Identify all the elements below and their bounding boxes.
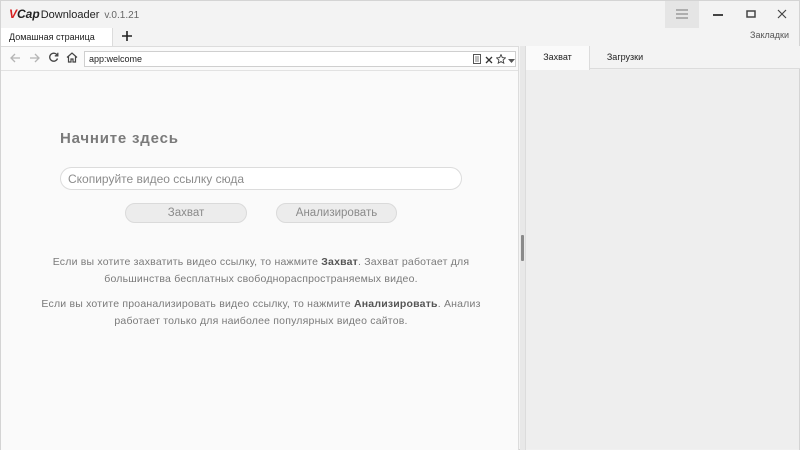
tab-downloads[interactable]: Загрузки — [590, 46, 660, 69]
new-tab-button[interactable] — [119, 28, 135, 46]
close-icon — [485, 51, 493, 69]
document-icon — [473, 51, 481, 69]
right-panel-tabs: Захват Загрузки — [526, 46, 800, 70]
browser-pane: app:welcome Начните здесь Скопируйте вид… — [1, 46, 519, 450]
minimize-icon — [713, 6, 723, 24]
bookmarks-link[interactable]: Закладки — [750, 28, 789, 42]
reader-button[interactable] — [471, 53, 483, 66]
video-url-input[interactable] — [60, 167, 462, 190]
capture-button[interactable]: Захват — [125, 203, 247, 223]
address-dropdown-button[interactable] — [505, 53, 517, 66]
logo-v: V — [9, 7, 18, 21]
tab-bar: Домашная страница Закладки — [1, 28, 799, 46]
right-panel-content — [526, 70, 799, 449]
maximize-button[interactable] — [734, 1, 768, 28]
reload-button[interactable] — [45, 51, 61, 67]
page-title: Начните здесь — [60, 130, 179, 147]
back-button[interactable] — [7, 51, 23, 67]
capture-info-bold: Захват — [321, 256, 359, 268]
arrow-right-icon — [29, 50, 40, 68]
analyze-info-pre: Если вы хотите проанализировать видео сс… — [41, 298, 354, 310]
app-logo: V Cap Downloader v.0.1.21 — [9, 7, 139, 23]
chevron-down-icon — [507, 51, 515, 69]
capture-info-pre: Если вы хотите захватить видео ссылку, т… — [52, 256, 322, 268]
analyze-info-bold: Анализировать — [353, 298, 438, 310]
logo-name: Downloader — [40, 9, 100, 21]
arrow-left-icon — [9, 50, 21, 68]
navigation-bar: app:welcome — [1, 47, 518, 71]
reload-icon — [48, 50, 59, 68]
right-panel: Захват Загрузки — [525, 46, 800, 450]
plus-icon — [122, 28, 132, 46]
title-bar: V Cap Downloader v.0.1.21 — [1, 1, 799, 28]
analyze-info-text: Если вы хотите проанализировать видео сс… — [41, 296, 481, 330]
analyze-button[interactable]: Анализировать — [276, 203, 397, 223]
forward-button[interactable] — [26, 51, 42, 67]
maximize-icon — [746, 6, 756, 24]
address-bar[interactable]: app:welcome — [84, 51, 516, 67]
logo-cap: Cap — [17, 7, 40, 21]
stop-button[interactable] — [483, 53, 495, 66]
home-icon — [66, 50, 78, 68]
app-window: V Cap Downloader v.0.1.21 Домашная страниц… — [0, 0, 800, 450]
app-version: v.0.1.21 — [104, 10, 140, 21]
tab-capture[interactable]: Захват — [526, 46, 590, 70]
address-text[interactable]: app:welcome — [89, 53, 142, 66]
home-button[interactable] — [64, 51, 80, 67]
tab-home[interactable]: Домашная страница — [1, 28, 113, 46]
splitter-grip[interactable] — [521, 235, 524, 261]
close-button[interactable] — [765, 1, 799, 28]
menu-button[interactable] — [665, 1, 699, 28]
hamburger-icon — [676, 6, 688, 24]
close-icon — [777, 6, 787, 24]
minimize-button[interactable] — [701, 1, 735, 28]
capture-info-text: Если вы хотите захватить видео ссылку, т… — [41, 254, 481, 288]
